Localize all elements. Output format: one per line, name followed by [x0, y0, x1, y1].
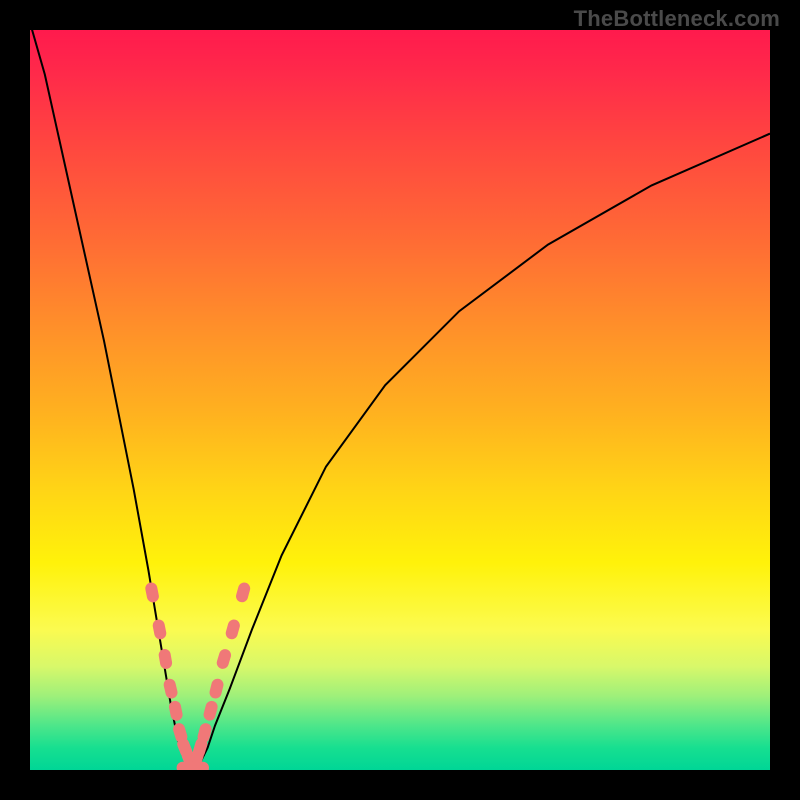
bead-left-4	[168, 700, 184, 722]
bead-bottom-2	[187, 762, 209, 770]
bead-left-0	[144, 581, 160, 603]
bottleneck-curve	[30, 30, 770, 770]
bead-right-3	[202, 700, 219, 722]
bead-right-5	[215, 648, 232, 671]
bead-left-5	[172, 722, 189, 745]
bead-markers	[144, 581, 251, 770]
bead-right-1	[192, 736, 209, 759]
branding-watermark: TheBottleneck.com	[574, 6, 780, 32]
bead-right-7	[235, 581, 252, 603]
curve-left-branch	[30, 30, 193, 770]
bead-left-7	[180, 747, 199, 770]
bead-bottom-0	[177, 762, 199, 770]
bead-right-2	[196, 722, 213, 744]
curve-right-branch	[193, 134, 770, 770]
bead-bottom-1	[182, 762, 204, 770]
bead-left-2	[158, 648, 173, 670]
bead-left-1	[152, 618, 168, 640]
chart-container: TheBottleneck.com	[0, 0, 800, 800]
bead-left-6	[175, 736, 194, 759]
curve-canvas	[30, 30, 770, 770]
bead-right-0	[188, 748, 206, 770]
bead-right-4	[208, 677, 224, 699]
bead-right-6	[224, 618, 241, 640]
plot-area	[30, 30, 770, 770]
bead-left-3	[162, 678, 178, 700]
